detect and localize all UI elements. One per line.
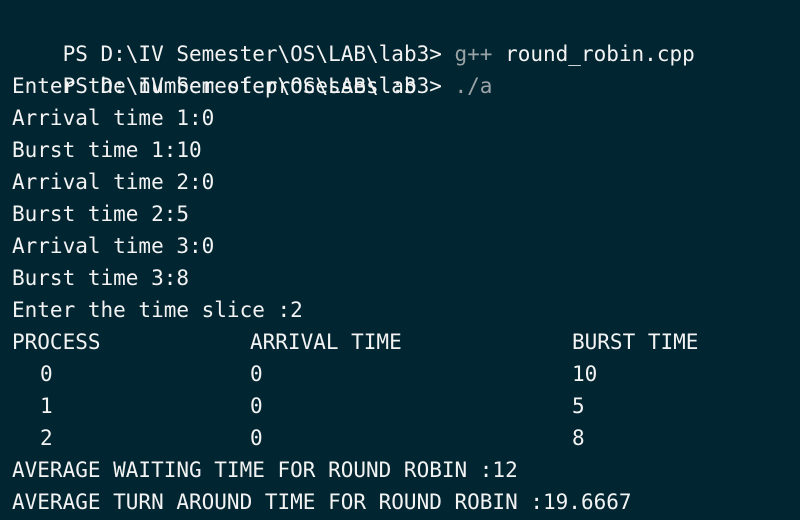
table-cell-burst: 5 [572,394,585,418]
table-cell-process: 1 [40,394,53,418]
table-header-burst-time: BURST TIME [572,330,699,354]
table-cell-burst: 10 [572,362,598,386]
output-line: Arrival time 2:0 [12,170,215,194]
table-header-process: PROCESS [12,330,101,354]
output-line: Enter the time slice :2 [12,298,303,322]
table-header-arrival-time: ARRIVAL TIME [250,330,402,354]
output-line: Arrival time 3:0 [12,234,215,258]
output-line: Burst time 2:5 [12,202,190,226]
table-cell-arrival: 0 [250,362,263,386]
average-turnaround-time: AVERAGE TURN AROUND TIME FOR ROUND ROBIN… [12,490,632,514]
table-cell-process: 0 [40,362,53,386]
average-waiting-time: AVERAGE WAITING TIME FOR ROUND ROBIN :12 [12,458,518,482]
command-line-compile: PS D:\IV Semester\OS\LAB\lab3> g++ round… [12,6,695,66]
table-cell-arrival: 0 [250,394,263,418]
output-line: Burst time 1:10 [12,138,202,162]
table-cell-burst: 8 [572,426,585,450]
command-argument: round_robin.cpp [492,42,695,66]
output-line: Arrival time 1:0 [12,106,215,130]
table-cell-process: 2 [40,426,53,450]
output-line: Enter the number of processes :3 [12,74,417,98]
output-line: Burst time 3:8 [12,266,190,290]
terminal-window[interactable]: PS D:\IV Semester\OS\LAB\lab3> g++ round… [0,0,800,520]
table-cell-arrival: 0 [250,426,263,450]
command-name: ./a [454,74,493,98]
command-line-run: PS D:\IV Semester\OS\LAB\lab3> ./a [12,38,493,98]
